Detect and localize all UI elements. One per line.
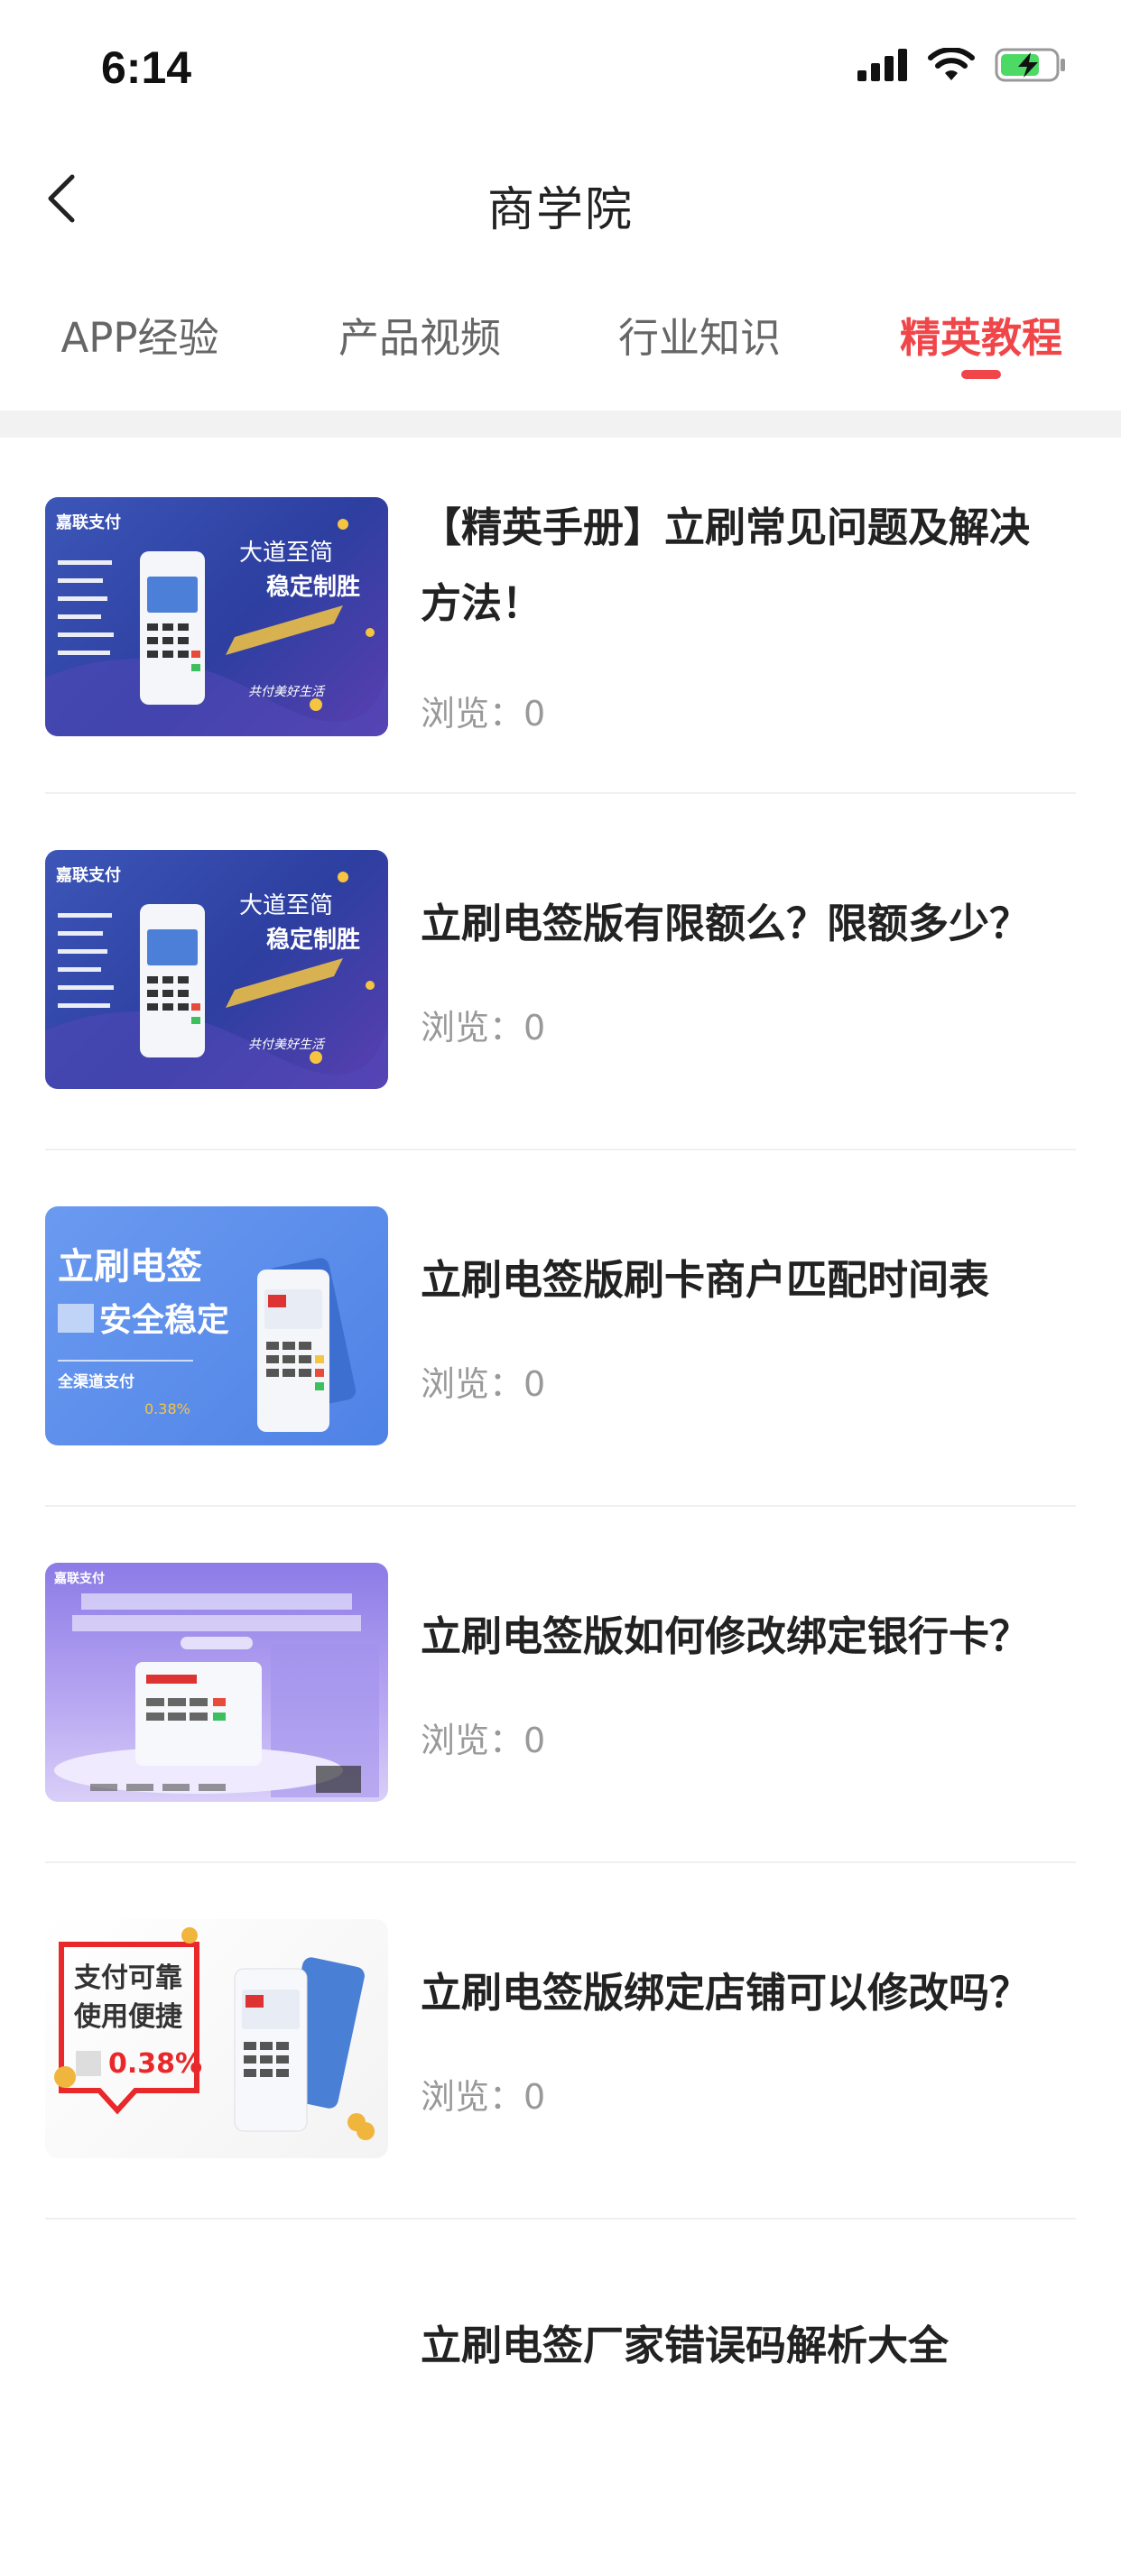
sub-text: 全渠道支付 (57, 1372, 134, 1391)
headline-text: 支付可靠 (74, 1962, 182, 1994)
view-count: 浏览：0 (421, 2077, 546, 2117)
list-item[interactable]: 嘉联支付 立刷电签版如何修改绑定银行卡？ 浏览：0 (0, 1507, 1121, 1863)
article-thumbnail: 嘉联支付 (45, 1563, 388, 1802)
article-title: 立刷电签版有限额么？限额多少？ (421, 900, 1031, 947)
article-thumbnail: 支付可靠 使用便捷 0.38% (45, 1919, 388, 2158)
list-item[interactable]: 立刷电签 安全稳定 全渠道支付 0.38% 立刷电签版刷卡商户匹配时间表 浏览：… (0, 1150, 1121, 1507)
tab-industry-knowledge[interactable]: 行业知识 (591, 305, 808, 364)
brand-text: 嘉联支付 (53, 1571, 105, 1586)
list-item[interactable]: 嘉联支付 大道至简 稳定制胜 共付美好生活 【精英手册】立刷常见问题及解决 方法… (0, 438, 1121, 794)
tab-product-videos[interactable]: 产品视频 (311, 305, 528, 364)
nav-bar: 商学院 (0, 153, 1121, 244)
headline-text: 立刷电签 (58, 1245, 202, 1288)
article-title: 立刷电签版如何修改绑定银行卡？ (421, 1612, 1031, 1660)
list-item[interactable]: 嘉联支付 大道至简 稳定制胜 共付美好生活 立刷电签版有限额么？限额多少？ 浏览… (0, 794, 1121, 1150)
article-title-line: 方法！ (421, 579, 543, 627)
wifi-icon (928, 48, 975, 80)
headline-text: 大道至简 (239, 540, 333, 567)
headline-text: 使用便捷 (73, 2001, 182, 2033)
article-thumbnail: 立刷电签 安全稳定 全渠道支付 0.38% (45, 1206, 388, 1445)
status-icons (857, 47, 1067, 83)
view-count: 浏览：0 (421, 694, 546, 734)
view-count: 浏览：0 (421, 1721, 546, 1760)
brand-text: 嘉联支付 (55, 512, 121, 532)
article-thumbnail: 嘉联支付 大道至简 稳定制胜 共付美好生活 (45, 850, 388, 1089)
headline-text: 安全稳定 (99, 1301, 229, 1339)
article-title: 立刷电签版绑定店铺可以修改吗？ (421, 1969, 1031, 2017)
list-item[interactable]: 支付可靠 使用便捷 0.38% 立刷电签版绑定店铺可以修改吗？ 浏览：0 (0, 1863, 1121, 2220)
view-count: 浏览：0 (421, 1008, 546, 1048)
rate-text: 0.38% (144, 1400, 190, 1417)
status-bar: 6:14 (0, 0, 1121, 135)
article-title: 立刷电签版刷卡商户匹配时间表 (421, 1256, 990, 1304)
headline-text: 稳定制胜 (266, 573, 360, 601)
list-item[interactable]: 立刷电签厂家错误码解析大全 (0, 2220, 1121, 2576)
article-list: 嘉联支付 大道至简 稳定制胜 共付美好生活 【精英手册】立刷常见问题及解决 方法… (0, 438, 1121, 2576)
article-title: 立刷电签厂家错误码解析大全 (421, 2322, 950, 2369)
category-tabs: APP经验 产品视频 行业知识 精英教程 (0, 298, 1121, 406)
article-thumbnail: 嘉联支付 大道至简 稳定制胜 共付美好生活 (45, 497, 388, 736)
article-title-line: 【精英手册】立刷常见问题及解决 (421, 503, 1031, 551)
slogan-text: 共付美好生活 (248, 1038, 326, 1052)
battery-charging-icon (995, 48, 1065, 82)
active-tab-indicator (961, 370, 1001, 379)
page-title: 商学院 (486, 183, 634, 237)
headline-text: 稳定制胜 (266, 926, 360, 954)
rate-text: 0.38% (108, 2048, 202, 2080)
status-time: 6:14 (101, 42, 192, 93)
headline-text: 大道至简 (239, 892, 333, 919)
tab-elite-tutorials[interactable]: 精英教程 (873, 305, 1089, 364)
view-count: 浏览：0 (421, 1364, 546, 1404)
slogan-text: 共付美好生活 (248, 685, 326, 699)
tab-app-experience[interactable]: APP经验 (32, 305, 248, 364)
cellular-signal-icon (857, 49, 907, 81)
brand-text: 嘉联支付 (55, 865, 121, 885)
section-divider (0, 411, 1121, 438)
